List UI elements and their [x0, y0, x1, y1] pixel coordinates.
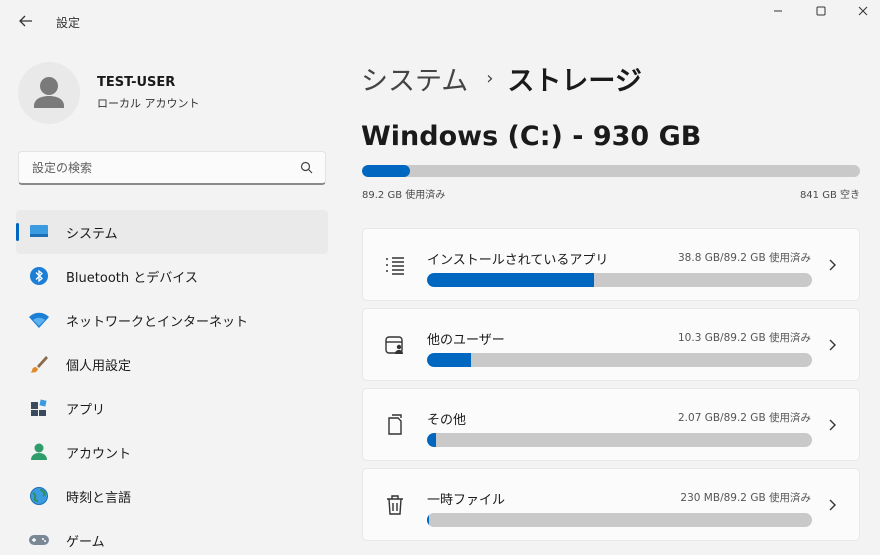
- drive-usage-fill: [362, 165, 410, 177]
- sidebar-item-label: アカウント: [66, 446, 132, 462]
- sidebar-item-label: システム: [66, 226, 118, 242]
- minimize-icon: [774, 10, 782, 12]
- sidebar-item-label: 時刻と言語: [66, 490, 132, 506]
- sidebar-item-accounts[interactable]: アカウント: [16, 430, 328, 474]
- trash-icon: [383, 493, 407, 517]
- sidebar-item-label: 個人用設定: [66, 358, 132, 374]
- category-name: 他のユーザー: [427, 333, 505, 348]
- category-usage-bar: [427, 513, 812, 527]
- category-name: インストールされているアプリ: [427, 253, 609, 268]
- account-icon: [28, 441, 50, 463]
- user-name: TEST-USER: [97, 75, 176, 90]
- close-button[interactable]: [850, 2, 876, 20]
- category-card-other-users[interactable]: 他のユーザー 10.3 GB/89.2 GB 使用済み: [362, 308, 860, 381]
- selection-indicator: [16, 223, 19, 241]
- chevron-right-icon: [827, 497, 839, 513]
- title-bar: 設定: [0, 0, 880, 44]
- drive-usage-bar: [362, 165, 860, 177]
- close-icon: [858, 6, 868, 16]
- back-button[interactable]: [12, 9, 40, 33]
- category-name: 一時ファイル: [427, 493, 506, 508]
- account-type: ローカル アカウント: [97, 97, 200, 110]
- sidebar-item-system[interactable]: システム: [16, 210, 328, 254]
- category-usage: 2.07 GB/89.2 GB 使用済み: [678, 412, 811, 424]
- sidebar-item-network[interactable]: ネットワークとインターネット: [16, 298, 328, 342]
- user-profile[interactable]: TEST-USER ローカル アカウント: [18, 62, 318, 124]
- sidebar-item-label: ゲーム: [66, 534, 105, 550]
- drive-title: Windows (C:) - 930 GB: [361, 121, 702, 152]
- other-users-icon: [383, 333, 407, 357]
- category-usage: 10.3 GB/89.2 GB 使用済み: [678, 332, 811, 344]
- sidebar-nav: システム Bluetooth とデバイス ネットワークとインターネット 個人用設…: [16, 210, 328, 555]
- category-name: その他: [427, 413, 467, 428]
- category-usage-fill: [427, 433, 436, 447]
- drive-used-label: 89.2 GB 使用済み: [362, 190, 446, 201]
- sidebar-item-bluetooth[interactable]: Bluetooth とデバイス: [16, 254, 328, 298]
- page-title: ストレージ: [507, 65, 642, 97]
- app-title: 設定: [56, 16, 81, 30]
- storage-categories: インストールされているアプリ 38.8 GB/89.2 GB 使用済み 他のユー…: [362, 228, 860, 548]
- category-card-other[interactable]: その他 2.07 GB/89.2 GB 使用済み: [362, 388, 860, 461]
- breadcrumb: システム › ストレージ: [361, 58, 642, 98]
- category-usage: 230 MB/89.2 GB 使用済み: [680, 492, 811, 504]
- category-card-installed-apps[interactable]: インストールされているアプリ 38.8 GB/89.2 GB 使用済み: [362, 228, 860, 301]
- other-files-icon: [383, 413, 407, 437]
- apps-list-icon: [383, 253, 407, 277]
- wifi-icon: [28, 309, 50, 331]
- avatar: [18, 62, 80, 124]
- maximize-button[interactable]: [808, 2, 834, 20]
- settings-search-box: [18, 151, 326, 185]
- category-card-temporary-files[interactable]: 一時ファイル 230 MB/89.2 GB 使用済み: [362, 468, 860, 541]
- brush-icon: [28, 353, 50, 375]
- user-avatar-icon: [34, 77, 64, 108]
- search-icon[interactable]: [299, 160, 315, 176]
- sidebar-item-label: Bluetooth とデバイス: [66, 270, 198, 286]
- search-input[interactable]: [19, 152, 289, 183]
- bluetooth-icon: [28, 265, 50, 287]
- apps-icon: [28, 397, 50, 419]
- breadcrumb-parent[interactable]: システム: [361, 59, 468, 98]
- breadcrumb-separator: ›: [486, 67, 494, 89]
- category-usage-bar: [427, 353, 812, 367]
- category-usage-fill: [427, 273, 595, 287]
- chevron-right-icon: [827, 257, 839, 273]
- sidebar-item-gaming[interactable]: ゲーム: [16, 518, 328, 555]
- sidebar-item-apps[interactable]: アプリ: [16, 386, 328, 430]
- minimize-button[interactable]: [765, 2, 791, 20]
- drive-free-label: 841 GB 空き: [799, 190, 860, 201]
- system-icon: [28, 221, 50, 243]
- time-language-icon: [28, 485, 50, 507]
- sidebar-item-label: アプリ: [66, 402, 106, 418]
- gamepad-icon: [28, 529, 50, 551]
- category-usage-bar: [427, 433, 812, 447]
- maximize-icon: [816, 6, 826, 16]
- category-usage-bar: [427, 273, 812, 287]
- chevron-right-icon: [827, 417, 839, 433]
- sidebar-item-personalization[interactable]: 個人用設定: [16, 342, 328, 386]
- back-arrow-icon: [19, 15, 32, 27]
- sidebar-item-label: ネットワークとインターネット: [66, 314, 249, 330]
- sidebar-item-time-language[interactable]: 時刻と言語: [16, 474, 328, 518]
- category-usage-fill: [427, 513, 430, 527]
- category-usage-fill: [427, 353, 472, 367]
- category-usage: 38.8 GB/89.2 GB 使用済み: [678, 252, 811, 264]
- chevron-right-icon: [827, 337, 839, 353]
